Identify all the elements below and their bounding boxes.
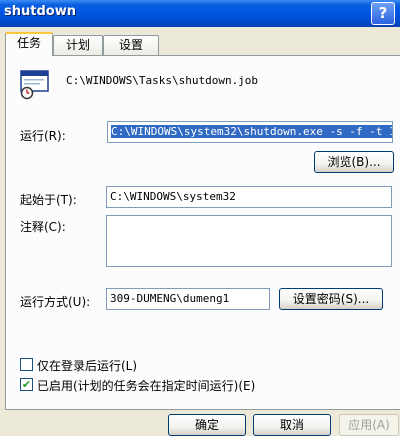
ok-button[interactable]: 确定 — [168, 414, 246, 436]
start-in-label: 起始于(T): — [20, 193, 77, 207]
run-as-label: 运行方式(U): — [20, 295, 91, 309]
run-command-input[interactable]: C:\WINDOWS\system32\shutdown.exe -s -f -… — [107, 121, 393, 143]
enabled-checkbox[interactable]: ✔ — [20, 378, 33, 391]
only-logged-on-checkbox[interactable] — [20, 358, 33, 371]
scheduled-task-icon — [20, 70, 49, 100]
browse-button[interactable]: 浏览(B)... — [314, 151, 394, 173]
run-as-input[interactable]: 309-DUMENG\dumeng1 — [106, 288, 270, 310]
apply-button[interactable]: 应用(A) — [339, 414, 399, 436]
set-password-button[interactable]: 设置密码(S)... — [279, 288, 383, 310]
comment-label: 注释(C): — [20, 220, 66, 234]
task-file-path: C:\WINDOWS\Tasks\shutdown.job — [66, 74, 259, 87]
enabled-label: 已启用(计划的任务会在指定时间运行)(E) — [37, 379, 256, 393]
cancel-button[interactable]: 取消 — [253, 414, 331, 436]
start-in-input[interactable]: C:\WINDOWS\system32 — [106, 186, 392, 208]
only-logged-on-label: 仅在登录后运行(L) — [37, 359, 138, 373]
run-label: 运行(R): — [20, 129, 66, 143]
comment-input[interactable] — [106, 215, 392, 267]
